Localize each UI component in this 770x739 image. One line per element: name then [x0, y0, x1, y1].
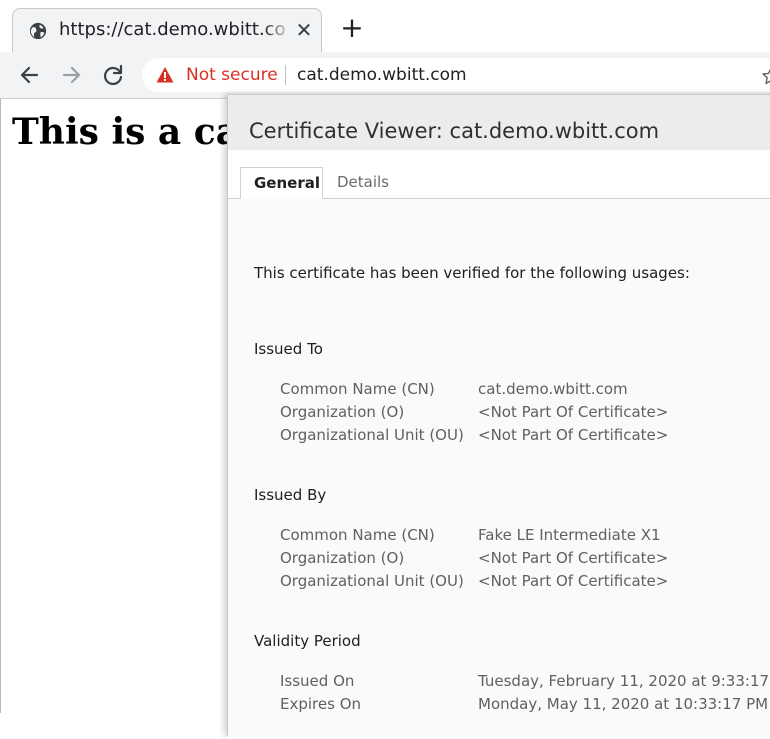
issued-to-heading: Issued To	[254, 340, 323, 358]
field-label: Issued On	[280, 672, 355, 690]
field-value: Tuesday, February 11, 2020 at 9:33:17 PM	[478, 672, 770, 690]
reload-icon[interactable]	[100, 62, 126, 88]
general-tab-panel: This certificate has been verified for t…	[228, 199, 770, 739]
address-bar[interactable]: Not secure cat.demo.wbitt.com	[142, 58, 770, 92]
arrow-right-icon[interactable]	[58, 62, 84, 88]
field-label: Common Name (CN)	[280, 380, 435, 398]
field-label: Organizational Unit (OU)	[280, 572, 464, 590]
address-bar-divider	[285, 65, 286, 85]
field-value: cat.demo.wbitt.com	[478, 380, 628, 398]
field-label: Expires On	[280, 695, 362, 713]
field-value: <Not Part Of Certificate>	[478, 426, 669, 444]
tab-title: https://cat.demo.wbitt.com	[59, 19, 287, 40]
arrow-left-icon[interactable]	[17, 62, 43, 88]
validity-period-heading: Validity Period	[254, 632, 361, 650]
issued-by-heading: Issued By	[254, 486, 327, 504]
browser-toolbar: Not secure cat.demo.wbitt.com	[0, 52, 770, 99]
not-secure-label[interactable]: Not secure	[186, 65, 278, 85]
tab-title-fade	[263, 17, 293, 45]
tab-general[interactable]: General	[240, 167, 323, 199]
field-value: <Not Part Of Certificate>	[478, 549, 669, 567]
warning-triangle-icon[interactable]	[156, 66, 174, 84]
field-label: Common Name (CN)	[280, 526, 435, 544]
field-value: Monday, May 11, 2020 at 10:33:17 PM	[478, 695, 769, 713]
field-label: Organizational Unit (OU)	[280, 426, 464, 444]
new-tab-button[interactable]: +	[338, 14, 366, 42]
dialog-title: Certificate Viewer: cat.demo.wbitt.com	[249, 119, 660, 143]
dialog-header: Certificate Viewer: cat.demo.wbitt.com	[228, 95, 770, 150]
field-label: Organization (O)	[280, 403, 405, 421]
globe-icon	[29, 22, 47, 40]
field-value: Fake LE Intermediate X1	[478, 526, 661, 544]
dialog-tab-bar: General Details	[228, 150, 770, 199]
url-text[interactable]: cat.demo.wbitt.com	[297, 65, 467, 85]
star-icon[interactable]	[762, 67, 770, 85]
usage-intro-text: This certificate has been verified for t…	[254, 264, 690, 282]
field-label: Organization (O)	[280, 549, 405, 567]
tab-details[interactable]: Details	[324, 167, 402, 198]
browser-tab[interactable]: https://cat.demo.wbitt.com ✕	[12, 8, 322, 52]
close-icon[interactable]: ✕	[293, 18, 315, 42]
tab-strip: https://cat.demo.wbitt.com ✕ +	[0, 0, 770, 52]
field-value: <Not Part Of Certificate>	[478, 403, 669, 421]
certificate-viewer-dialog: Certificate Viewer: cat.demo.wbitt.com G…	[227, 94, 770, 739]
field-value: <Not Part Of Certificate>	[478, 572, 669, 590]
